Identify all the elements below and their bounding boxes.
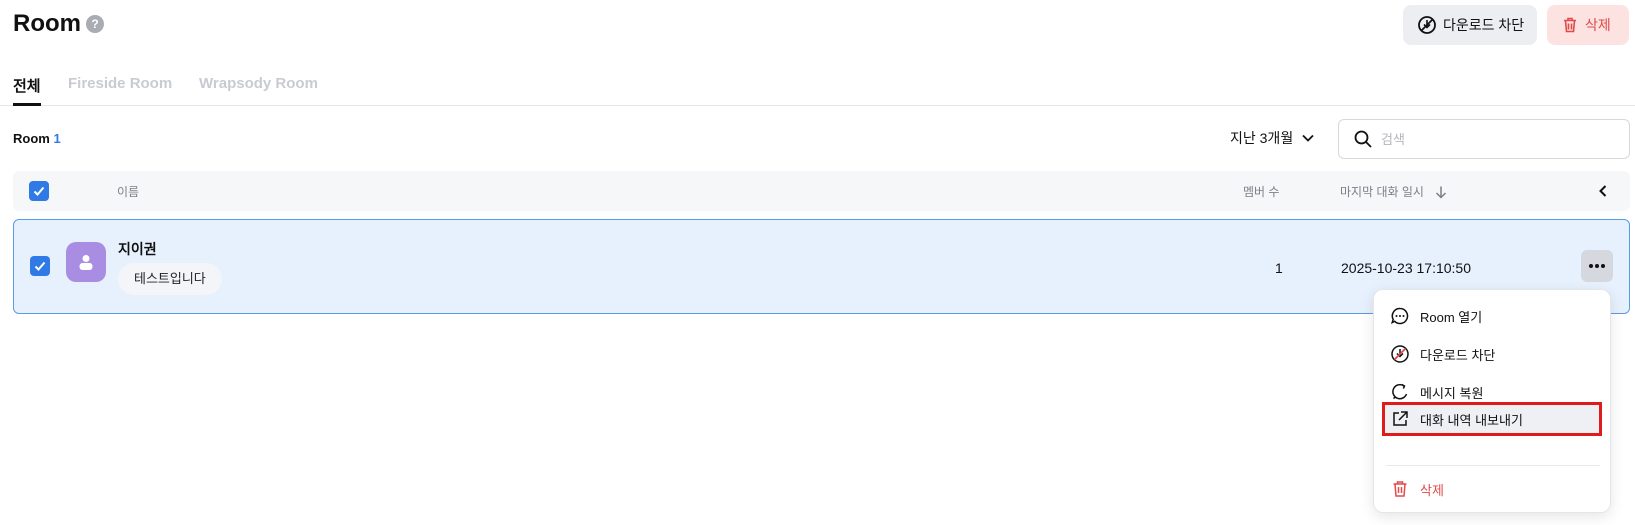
checkmark-icon	[34, 261, 46, 271]
period-filter-dropdown[interactable]: 지난 3개월	[1230, 128, 1315, 148]
sort-down-icon	[1435, 186, 1446, 199]
more-horizontal-icon	[1589, 264, 1605, 268]
search-box	[1338, 119, 1630, 159]
menu-item-delete[interactable]: 삭제	[1390, 472, 1596, 506]
tab-all[interactable]: 전체	[13, 75, 41, 96]
chat-bubble-icon	[1390, 307, 1409, 325]
menu-item-label: Room 열기	[1420, 309, 1483, 325]
column-name[interactable]: 이름	[117, 183, 139, 200]
last-message-bubble: 테스트입니다	[118, 263, 222, 295]
menu-item-label: 다운로드 차단	[1420, 347, 1496, 363]
column-last-chat[interactable]: 마지막 대화 일시	[1340, 183, 1448, 200]
row-context-menu: Room 열기 다운로드 차단 메시지 복원 대화 내역 내보내기 삭제	[1373, 289, 1611, 513]
member-count: 1	[1275, 260, 1283, 276]
room-count-label: Room	[13, 131, 50, 146]
download-block-icon	[1418, 16, 1436, 34]
block-download-label: 다운로드 차단	[1443, 17, 1525, 33]
trash-icon	[1564, 17, 1576, 33]
tab-bar: 전체 Fireside Room Wrapsody Room	[0, 60, 1635, 106]
tab-wrapsody-room[interactable]: Wrapsody Room	[199, 75, 318, 92]
page-title: Room	[13, 10, 81, 37]
delete-button[interactable]: 삭제	[1547, 5, 1629, 45]
room-count-value: 1	[53, 131, 61, 146]
menu-item-label: 메시지 복원	[1420, 385, 1484, 401]
menu-item-label: 삭제	[1420, 482, 1444, 498]
more-options-button[interactable]	[1581, 250, 1613, 282]
user-icon	[79, 255, 93, 270]
chevron-left-icon[interactable]	[1596, 184, 1610, 198]
restore-icon	[1392, 383, 1408, 400]
menu-item-export-chat[interactable]: 대화 내역 내보내기	[1382, 402, 1602, 436]
menu-item-open-room[interactable]: Room 열기	[1390, 299, 1596, 333]
select-all-checkbox[interactable]	[29, 181, 49, 201]
trash-icon	[1393, 481, 1407, 497]
avatar	[66, 242, 106, 282]
chevron-down-icon	[1302, 134, 1314, 142]
active-tab-indicator	[13, 103, 41, 106]
menu-divider	[1386, 465, 1600, 466]
export-icon	[1393, 411, 1408, 426]
menu-item-block-download[interactable]: 다운로드 차단	[1390, 337, 1596, 371]
tab-fireside-room[interactable]: Fireside Room	[68, 75, 172, 92]
table-header: 이름 멤버 수 마지막 대화 일시	[13, 171, 1630, 211]
room-name: 지이권	[118, 241, 157, 257]
search-icon	[1354, 130, 1372, 148]
column-last-chat-label: 마지막 대화 일시	[1340, 185, 1424, 199]
search-input[interactable]	[1381, 131, 1621, 147]
period-filter-value: 지난 3개월	[1230, 130, 1294, 146]
checkmark-icon	[33, 186, 45, 196]
help-icon[interactable]: ?	[86, 15, 104, 33]
download-block-icon	[1391, 345, 1409, 363]
row-checkbox[interactable]	[30, 256, 50, 276]
room-count: Room 1	[13, 131, 61, 146]
block-download-button[interactable]: 다운로드 차단	[1403, 5, 1537, 45]
menu-item-label: 대화 내역 내보내기	[1420, 412, 1523, 428]
delete-label: 삭제	[1585, 17, 1611, 33]
last-chat-date: 2025-10-23 17:10:50	[1341, 260, 1471, 276]
column-members[interactable]: 멤버 수	[1243, 183, 1279, 200]
